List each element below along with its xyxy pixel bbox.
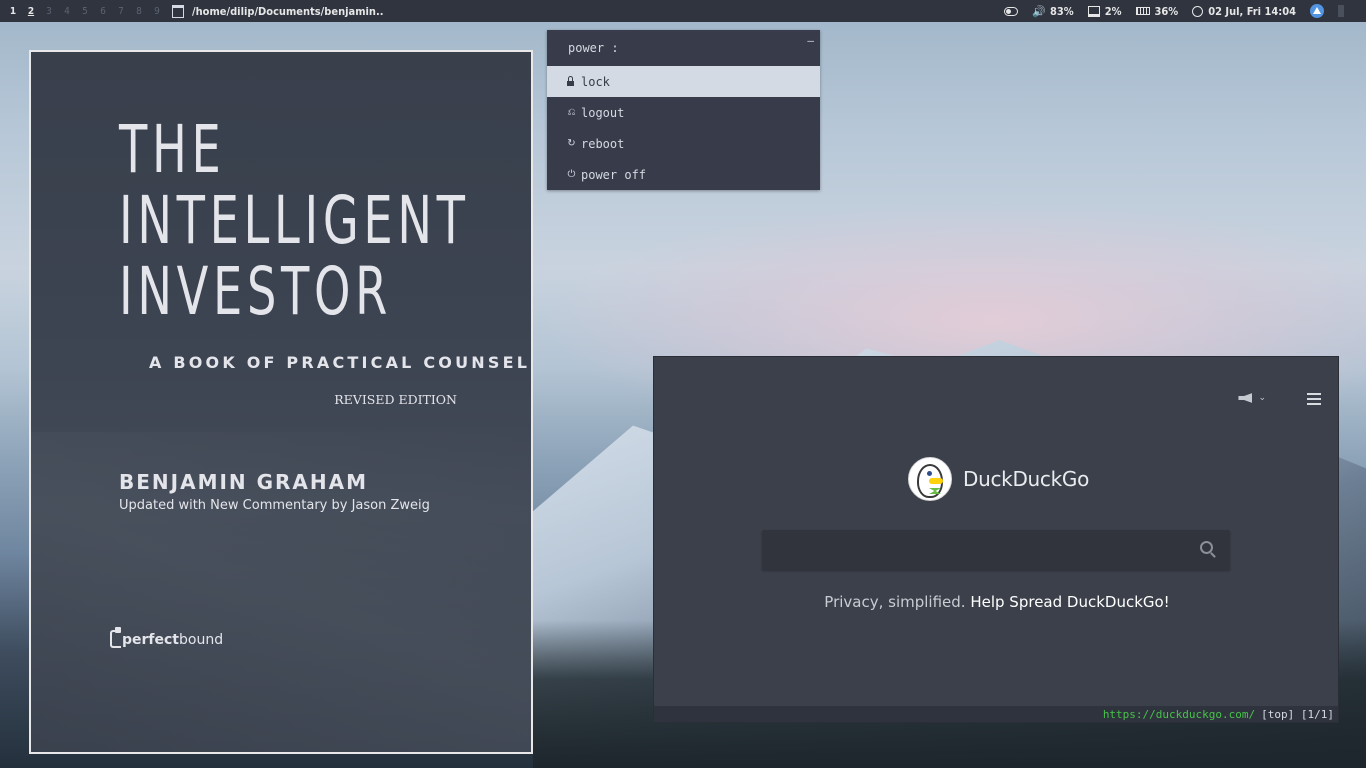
workspace-9[interactable]: 9 — [148, 6, 166, 17]
memory-indicator[interactable]: 36% — [1135, 4, 1179, 18]
power-item-reboot[interactable]: ↻ reboot — [547, 128, 820, 159]
tagline: Privacy, simplified. Help Spread DuckDuc… — [654, 593, 1340, 611]
chevron-down-icon: ⌄ — [1258, 393, 1266, 403]
workspace-switcher: 1 2 3 4 5 6 7 8 9 — [0, 0, 166, 22]
publisher-name: perfectbound — [122, 632, 224, 648]
window-title-text: /home/dilip/Documents/benjamin... — [192, 4, 388, 18]
power-prompt[interactable]: power : – — [547, 30, 820, 66]
cpu-value: 2% — [1104, 4, 1122, 18]
clock-indicator[interactable]: 02 Jul, Fri 14:04 — [1192, 5, 1296, 18]
monitor-icon — [1087, 5, 1100, 17]
megaphone-icon — [1238, 393, 1253, 403]
panel-edge-left — [384, 0, 400, 22]
book-title-line-3: INVESTOR — [119, 253, 392, 330]
hamburger-menu-button[interactable] — [1307, 393, 1321, 405]
book-author: BENJAMIN GRAHAM — [119, 470, 369, 494]
status-url: https://duckduckgo.com/ — [1102, 707, 1256, 721]
workspace-8[interactable]: 8 — [130, 6, 148, 17]
power-icon: ⏻ — [567, 169, 576, 180]
power-item-lock[interactable]: lock — [547, 66, 820, 97]
tray-slot-icon[interactable] — [1338, 5, 1344, 17]
power-item-label: logout — [581, 105, 625, 120]
search-icon[interactable] — [1200, 541, 1213, 554]
duck-icon — [908, 457, 952, 501]
power-item-logout[interactable]: ⎌ logout — [547, 97, 820, 128]
browser-window[interactable]: ⌄ DuckDuckGo Privacy, simplified. Help S… — [653, 356, 1339, 723]
power-prompt-text: power : — [568, 41, 619, 55]
toggle-icon — [1004, 6, 1018, 16]
book-edition: REVISED EDITION — [334, 392, 457, 407]
menu-bar — [1307, 403, 1321, 405]
tagline-text: Privacy, simplified. — [824, 593, 966, 611]
book-title: THE INTELLIGENT INVESTOR — [119, 114, 470, 327]
clock-icon — [1192, 5, 1204, 17]
workspace-3[interactable]: 3 — [40, 6, 58, 17]
book-title-line-2: INTELLIGENT — [119, 182, 470, 259]
book-commentary: Updated with New Commentary by Jason Zwe… — [119, 498, 430, 513]
menu-bar — [1307, 398, 1321, 400]
announcements-button[interactable]: ⌄ — [1238, 393, 1266, 403]
document-viewer-window[interactable]: THE INTELLIGENT INVESTOR A BOOK OF PRACT… — [29, 50, 533, 754]
status-indicators: 🔊 83% 2% 36% 02 Jul, Fri 14:04 — [1004, 0, 1344, 22]
ram-icon — [1135, 7, 1150, 15]
lock-icon — [567, 76, 574, 86]
status-position: [top] [1/1] — [1261, 707, 1334, 721]
window-icon — [172, 4, 184, 18]
ddg-logo[interactable]: DuckDuckGo — [908, 457, 1089, 501]
tray-app-icon[interactable] — [1310, 4, 1324, 18]
workspace-7[interactable]: 7 — [112, 6, 130, 17]
reboot-icon: ↻ — [567, 138, 576, 149]
memory-value: 36% — [1154, 4, 1179, 18]
power-item-poweroff[interactable]: ⏻ power off — [547, 159, 820, 190]
focused-window-title: /home/dilip/Documents/benjamin... — [172, 4, 388, 18]
datetime-value: 02 Jul, Fri 14:04 — [1208, 4, 1296, 18]
menu-bar — [1307, 393, 1321, 395]
ddg-brand-name: DuckDuckGo — [963, 467, 1090, 491]
power-item-label: power off — [581, 167, 647, 182]
volume-icon: 🔊 — [1032, 4, 1046, 18]
spread-ddg-link[interactable]: Help Spread DuckDuckGo! — [970, 593, 1169, 611]
publisher-logo: perfectbound — [110, 627, 224, 648]
book-title-line-1: THE — [119, 111, 226, 188]
book-subtitle: A BOOK OF PRACTICAL COUNSEL — [149, 353, 531, 372]
workspace-4[interactable]: 4 — [58, 6, 76, 17]
workspace-2[interactable]: 2 — [22, 6, 40, 17]
top-panel: 1 2 3 4 5 6 7 8 9 /home/dilip/Documents/… — [0, 0, 1366, 22]
toggle-indicator[interactable] — [1004, 6, 1018, 16]
publisher-icon — [110, 627, 121, 648]
logout-icon: ⎌ — [567, 107, 576, 118]
power-item-label: reboot — [581, 136, 625, 151]
power-menu: power : – lock ⎌ logout ↻ reboot ⏻ power… — [547, 30, 820, 190]
workspace-5[interactable]: 5 — [76, 6, 94, 17]
browser-statusbar: https://duckduckgo.com/ [top] [1/1] — [654, 706, 1338, 722]
minimize-icon[interactable]: – — [807, 34, 814, 47]
search-input[interactable] — [762, 530, 1230, 570]
volume-indicator[interactable]: 🔊 83% — [1032, 5, 1074, 18]
panel-edge-right — [964, 0, 984, 22]
workspace-6[interactable]: 6 — [94, 6, 112, 17]
volume-value: 83% — [1050, 4, 1074, 18]
workspace-1[interactable]: 1 — [4, 6, 22, 17]
power-item-label: lock — [581, 74, 610, 89]
cpu-indicator[interactable]: 2% — [1087, 4, 1122, 18]
